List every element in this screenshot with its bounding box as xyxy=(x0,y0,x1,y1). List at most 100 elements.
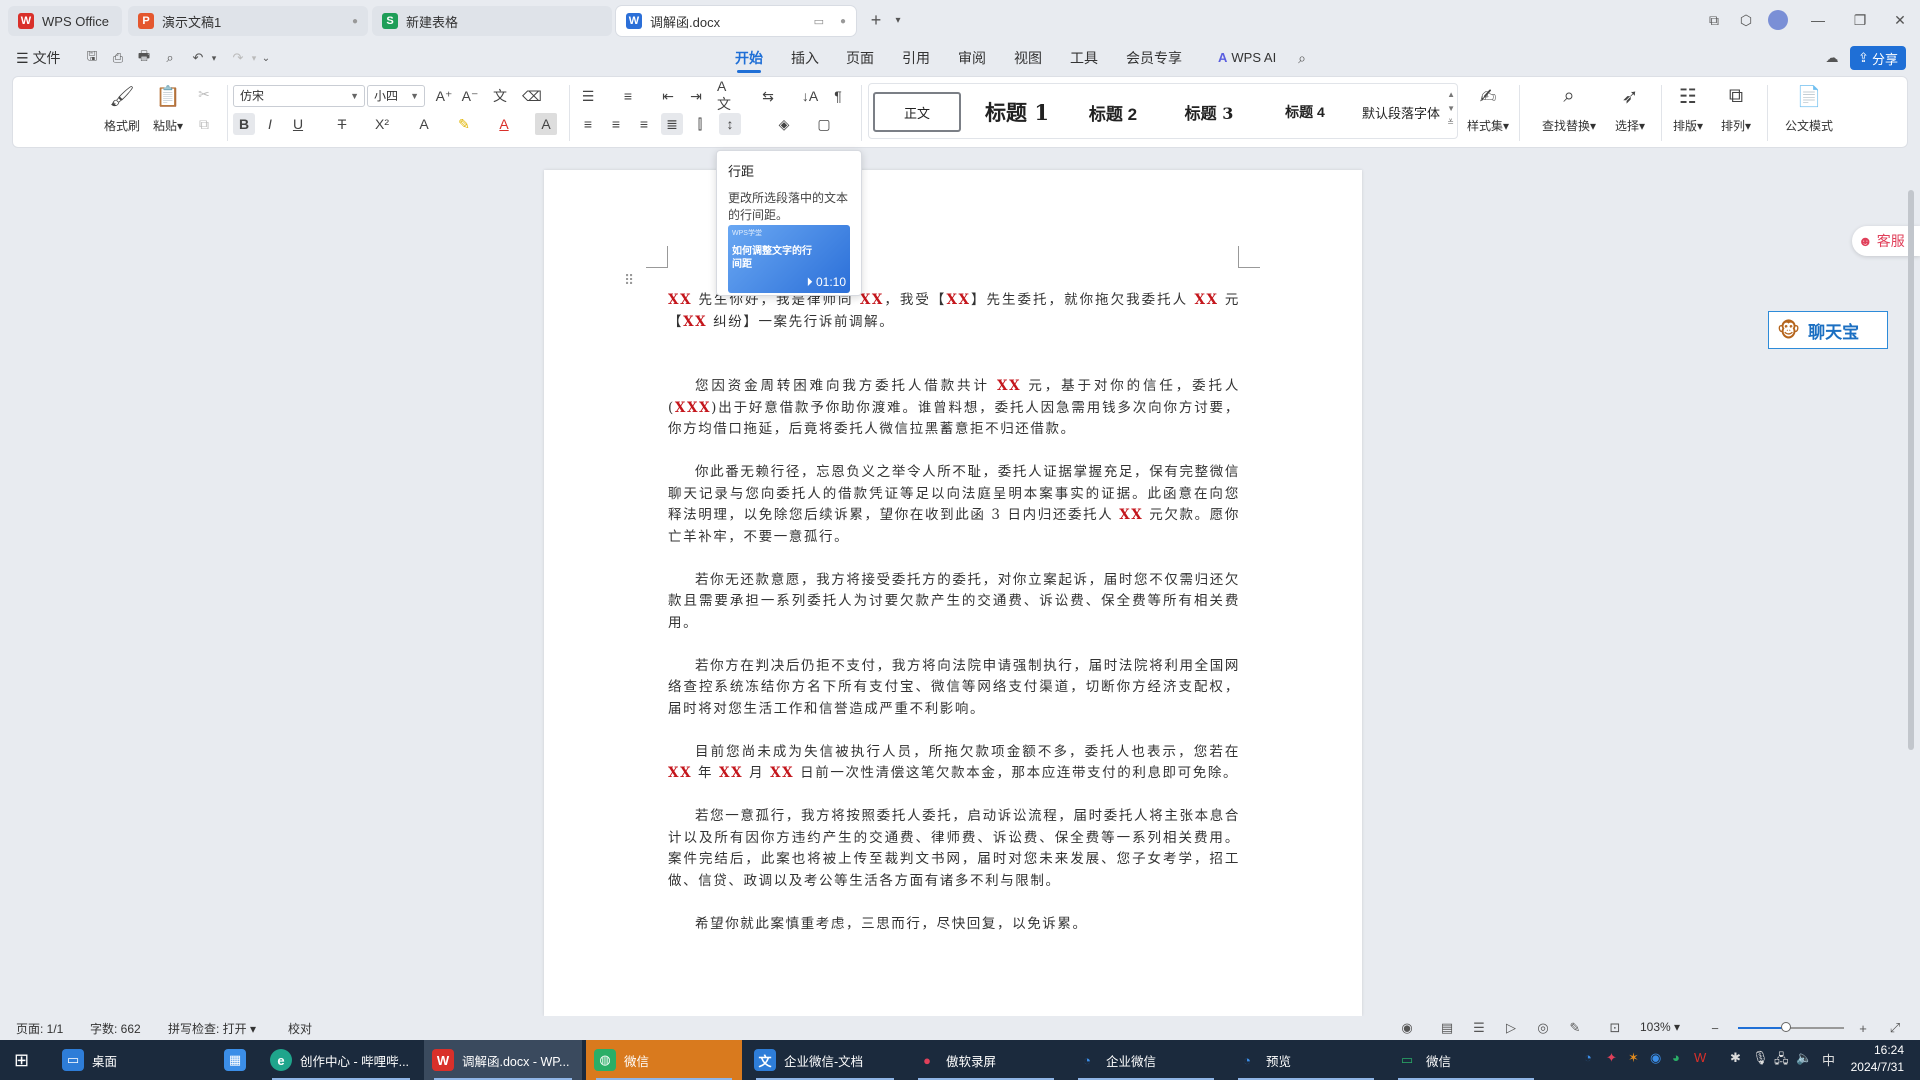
official-doc-button[interactable]: 📄 公文模式 xyxy=(1781,83,1837,143)
cloud-sync-icon[interactable]: ☁ xyxy=(1822,48,1842,68)
align-right-icon[interactable]: ≡ xyxy=(633,113,655,135)
shrink-font-icon[interactable]: A⁻ xyxy=(459,85,481,107)
style-heading-4[interactable]: 标题 4 xyxy=(1261,92,1349,132)
style-heading-2[interactable]: 标题 2 xyxy=(1069,92,1157,132)
tab-close-icon[interactable]: ● xyxy=(840,16,846,27)
tab-home[interactable]: 开始 xyxy=(735,47,763,73)
style-normal[interactable]: 正文 xyxy=(873,92,961,132)
network-icon[interactable]: 🖧 xyxy=(1774,1050,1789,1072)
document-paragraph[interactable]: XX 先生你好，我是律师同 XX，我受【XX】先生委托，就你拖欠我委托人 XX … xyxy=(668,290,1240,333)
tab-view[interactable]: 视图 xyxy=(1014,47,1042,69)
vertical-scrollbar[interactable] xyxy=(1906,160,1916,1010)
increase-indent-icon[interactable]: ⇥ xyxy=(685,85,707,107)
tutorial-video-thumbnail[interactable]: WPS学堂 如何调整文字的行间距 ⏵ 01:10 xyxy=(728,225,850,293)
strikethrough-icon[interactable]: T xyxy=(331,113,353,135)
share-button[interactable]: ⇪ 分享 xyxy=(1850,46,1906,70)
document-paragraph[interactable]: 若你方在判决后仍拒不支付，我方将向法院申请强制执行，届时法院将利用全国网络查控系… xyxy=(668,656,1240,721)
web-view-icon[interactable]: ◎ xyxy=(1534,1019,1552,1037)
start-button[interactable]: ⊞ xyxy=(6,1040,46,1080)
pen-icon[interactable]: ✎ xyxy=(1566,1019,1584,1037)
monitor-icon[interactable]: ▭ xyxy=(814,15,824,28)
minimize-button[interactable]: — xyxy=(1804,8,1832,32)
tab-insert[interactable]: 插入 xyxy=(791,47,819,69)
restore-button[interactable]: ❐ xyxy=(1846,8,1874,32)
chatbao-widget[interactable]: 🐵 聊天宝 xyxy=(1768,311,1888,349)
eye-icon[interactable]: ◉ xyxy=(1398,1019,1416,1037)
decrease-indent-icon[interactable]: ⇤ xyxy=(657,85,679,107)
numbering-icon[interactable]: ≡ xyxy=(617,85,639,107)
save-icon[interactable]: 🖫 xyxy=(82,48,102,68)
tab-document[interactable]: W 调解函.docx ▭ ● xyxy=(616,6,856,36)
cut-icon[interactable]: ✂ xyxy=(193,83,215,105)
page-indicator[interactable]: 页面: 1/1 xyxy=(16,1020,63,1037)
shading-icon[interactable]: ◈ xyxy=(773,113,795,135)
document-paragraph[interactable]: 您因资金周转困难向我方委托人借款共计 XX 元，基于对你的信任，委托人(XXX)… xyxy=(668,376,1240,441)
document-paragraph[interactable]: 你此番无赖行径，忘恩负义之举令人所不耻，委托人证据掌握充足，保有完整微信聊天记录… xyxy=(668,462,1240,548)
ime-indicator[interactable]: 中 xyxy=(1822,1050,1835,1069)
document-paragraph[interactable]: 希望你就此案慎重考虑，三思而行，尽快回复，以免诉累。 xyxy=(668,914,1240,936)
bold-icon[interactable]: B xyxy=(233,113,255,135)
char-shading-icon[interactable]: A xyxy=(535,113,557,135)
microphone-icon[interactable]: 🎙 xyxy=(1752,1050,1769,1066)
tray-app-icon[interactable]: ◕ xyxy=(1672,1050,1680,1065)
document-paragraph[interactable]: 若您一意孤行，我方将按照委托人委托，启动诉讼流程，届时委托人将主张本息合计以及所… xyxy=(668,806,1240,892)
arrange-button[interactable]: ⧉ 排列▾ xyxy=(1713,83,1759,143)
tab-member[interactable]: 会员专享 xyxy=(1126,47,1182,69)
italic-icon[interactable]: I xyxy=(259,113,281,135)
taskbar-wechat[interactable]: ◍ 微信 xyxy=(586,1040,742,1080)
copy-icon[interactable]: ⧉ xyxy=(193,113,215,135)
font-color-icon[interactable]: A xyxy=(493,113,515,135)
print-icon[interactable]: 🖶 xyxy=(134,48,154,68)
distributed-icon[interactable]: ⫿ xyxy=(689,113,711,135)
tab-list-chevron-icon[interactable]: ▾ xyxy=(884,8,912,32)
wps-ai-button[interactable]: A WPS AI xyxy=(1218,47,1276,69)
zoom-slider-knob[interactable] xyxy=(1780,1022,1791,1032)
window-layout-icon[interactable]: ⧉ xyxy=(1700,8,1728,32)
outline-view-icon[interactable]: ☰ xyxy=(1470,1019,1488,1037)
cube-icon[interactable]: ⬡ xyxy=(1732,8,1760,32)
style-gallery-scroll-icon[interactable]: ▲ ▼ ≚ xyxy=(1447,88,1455,130)
text-direction-icon[interactable]: ⇆ xyxy=(757,85,779,107)
file-menu[interactable]: ☰ 文件 xyxy=(16,47,61,69)
text-effect-icon[interactable]: A xyxy=(413,113,435,135)
style-set-button[interactable]: ✍ 样式集▾ xyxy=(1465,83,1511,143)
phonetic-guide-icon[interactable]: 文 xyxy=(489,85,511,107)
taskbar-recorder[interactable]: ● 傲软录屏 xyxy=(908,1040,1064,1080)
scrollbar-thumb[interactable] xyxy=(1908,190,1914,750)
tab-tools[interactable]: 工具 xyxy=(1070,47,1098,69)
fit-page-icon[interactable]: ⊡ xyxy=(1606,1019,1624,1037)
taskbar-wecom[interactable]: ◔ 企业微信 xyxy=(1068,1040,1224,1080)
grow-font-icon[interactable]: A⁺ xyxy=(433,85,455,107)
fullscreen-icon[interactable]: ⤢ xyxy=(1886,1019,1904,1037)
system-clock[interactable]: 16:24 2024/7/31 xyxy=(1851,1042,1904,1076)
tab-presentation[interactable]: P 演示文稿1 ● xyxy=(128,6,368,36)
tray-app-icon[interactable]: ◉ xyxy=(1650,1050,1661,1066)
tab-spreadsheet[interactable]: S 新建表格 xyxy=(372,6,612,36)
show-marks-icon[interactable]: ¶ xyxy=(827,85,849,107)
taskbar-wecom-docs[interactable]: 文 企业微信-文档 xyxy=(746,1040,904,1080)
find-replace-button[interactable]: ⌕ 查找替换▾ xyxy=(1537,83,1601,143)
customize-chevron-icon[interactable]: ⌄ xyxy=(256,48,276,68)
style-heading-1[interactable]: 标题 1 xyxy=(969,92,1065,132)
close-window-button[interactable]: ✕ xyxy=(1886,8,1914,32)
clear-format-icon[interactable]: ⌫ xyxy=(521,85,543,107)
select-button[interactable]: ➶ 选择▾ xyxy=(1607,83,1653,143)
font-name-select[interactable]: 仿宋 ▼ xyxy=(233,85,365,107)
tab-review[interactable]: 审阅 xyxy=(958,47,986,69)
print-preview-icon[interactable]: ⌕ xyxy=(160,48,180,68)
sort-icon[interactable]: ↓A xyxy=(799,85,821,107)
taskbar-wps[interactable]: W 调解函.docx - WP... xyxy=(424,1040,582,1080)
search-icon[interactable]: ⌕ xyxy=(1292,48,1312,68)
bluetooth-icon[interactable]: ✱ xyxy=(1730,1050,1741,1066)
document-paragraph[interactable]: 若你无还款意愿，我方将接受委托方的委托，对你立案起诉，届时您不仅需归还欠款且需要… xyxy=(668,570,1240,635)
document-body[interactable]: XX 先生你好，我是律师同 XX，我受【XX】先生委托，就你拖欠我委托人 XX … xyxy=(668,290,1240,957)
underline-icon[interactable]: U xyxy=(287,113,309,135)
superscript-icon[interactable]: X² xyxy=(371,113,393,135)
format-painter-button[interactable]: 🖌 格式刷 xyxy=(99,83,145,143)
play-icon[interactable]: ▷ xyxy=(1502,1019,1520,1037)
proofread-button[interactable]: 校对 xyxy=(288,1020,312,1037)
word-count[interactable]: 字数: 662 xyxy=(90,1020,141,1037)
spellcheck-toggle[interactable]: 拼写检查: 打开 ▾ xyxy=(168,1020,256,1037)
zoom-out-icon[interactable]: − xyxy=(1706,1019,1724,1037)
typeset-button[interactable]: ☷ 排版▾ xyxy=(1665,83,1711,143)
